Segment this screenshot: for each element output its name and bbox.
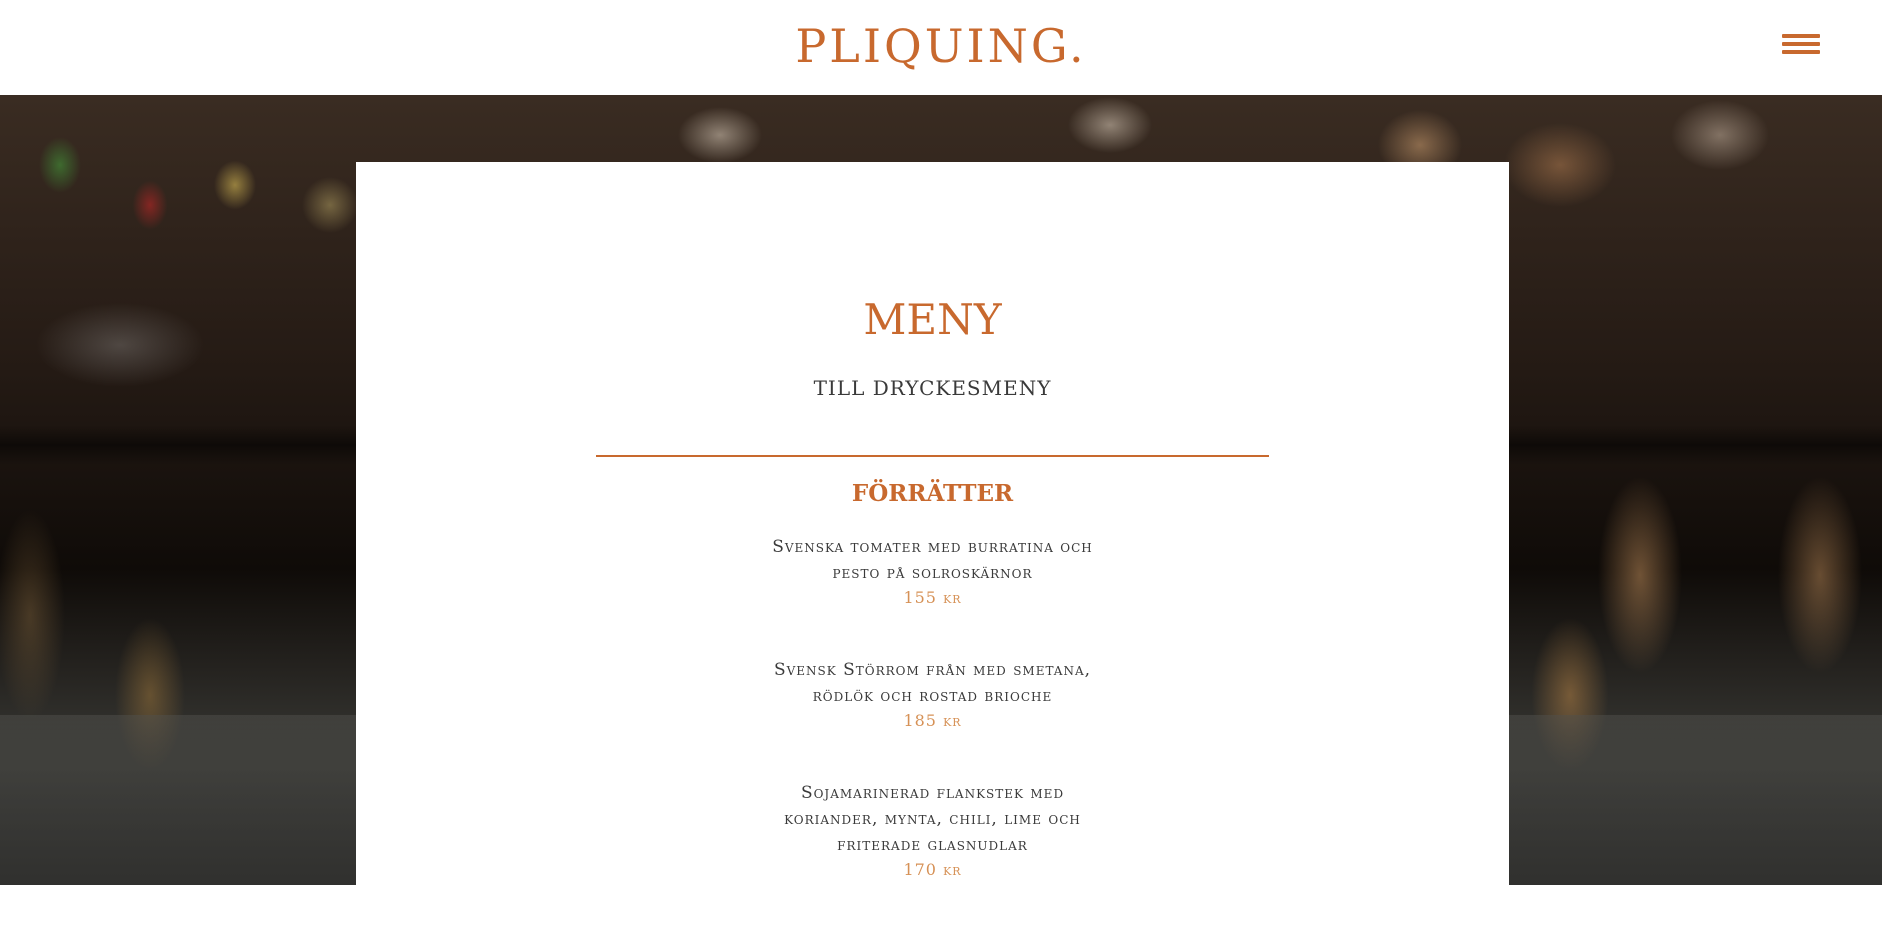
list-item: Svenska tomater med burratina och pesto … [753,534,1113,610]
hamburger-line [1782,50,1820,54]
dish-price: 185 kr [903,711,962,730]
dish-list: Svenska tomater med burratina och pesto … [356,534,1509,929]
dish-name: Svensk Störrom från med smetana, rödlök … [773,660,1092,706]
list-item: Sojamarinerad flankstek med koriander, m… [753,780,1113,882]
menu-title: MENY [863,295,1002,344]
section-title-starters: FÖRRÄTTER [851,480,1014,507]
dish-name: Sojamarinerad flankstek med koriander, m… [784,783,1081,855]
dish-price: 170 kr [903,860,962,879]
drinks-menu-link[interactable]: TILL DRYCKESMENY [356,374,1509,402]
hamburger-line [1782,42,1820,46]
site-header: PLIQUING. [0,0,1882,95]
menu-panel: MENY TILL DRYCKESMENY FÖRRÄTTER Svenska … [356,162,1509,885]
hamburger-line [1782,34,1820,38]
list-item: Svensk Störrom från med smetana, rödlök … [753,657,1113,733]
dish-price: 155 kr [903,588,962,607]
dish-name: Svenska tomater med burratina och pesto … [772,537,1093,583]
hamburger-icon[interactable] [1782,32,1822,58]
site-logo[interactable]: PLIQUING. [0,18,1882,74]
section-divider [596,455,1269,457]
